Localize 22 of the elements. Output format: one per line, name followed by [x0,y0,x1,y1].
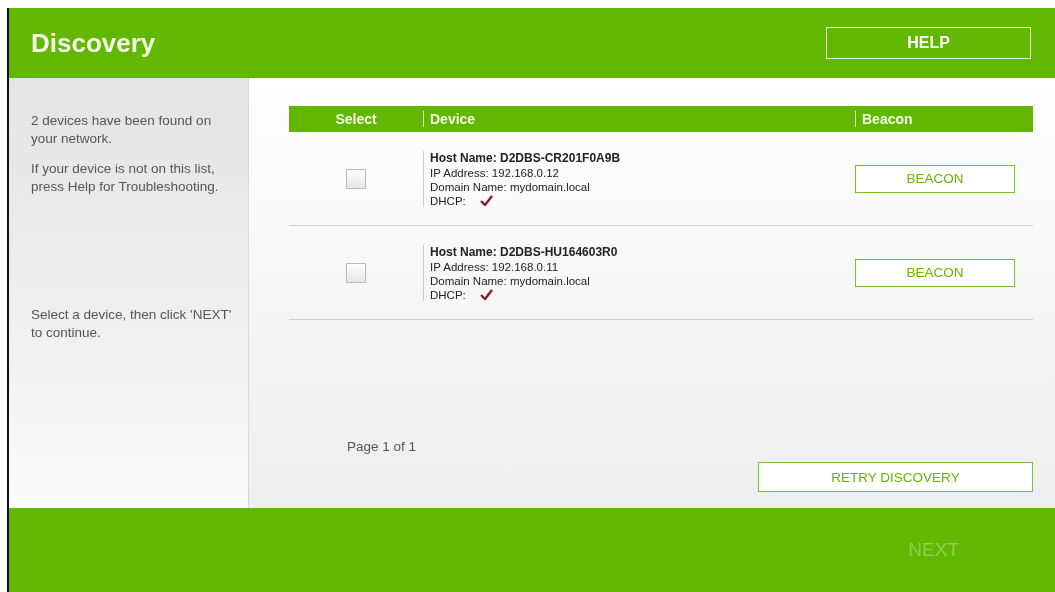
column-header: Select [334,111,378,127]
column-header: Beacon [855,111,1033,127]
select-checkbox[interactable] [346,168,366,189]
instruction-text: If your device is not on this list, press Help for Troubleshooting. [31,160,220,196]
instruction-text: Select a device, then click 'NEXT' to continue. [31,306,233,342]
host-name-text: Host Name: D2DBS-HU164603R0 [430,244,619,259]
page-indicator: Page 1 of 1 [347,439,418,454]
help-button[interactable]: HELP [826,27,1031,59]
column-header: Device [423,111,855,127]
select-checkbox[interactable] [346,262,366,283]
dhcp-label: DHCP: [430,194,466,207]
beacon-button[interactable]: BEACON [855,164,1015,193]
dhcp-label: DHCP: [430,288,466,301]
retry-discovery-button[interactable]: RETRY DISCOVERY [758,462,1033,492]
host-name-text: Host Name: D2DBS-CR201F0A9B [430,150,622,165]
instruction-text: 2 devices have been found on your network. [31,112,213,148]
device-detail-text: Domain Name: mydomain.local [430,274,591,287]
device-detail-text: IP Address: 192.168.0.11 [430,260,560,273]
beacon-button[interactable]: BEACON [855,258,1015,287]
device-detail-text: IP Address: 192.168.0.12 [430,166,560,179]
device-detail-text: Domain Name: mydomain.local [430,180,591,193]
page-title: Discovery [31,27,156,59]
